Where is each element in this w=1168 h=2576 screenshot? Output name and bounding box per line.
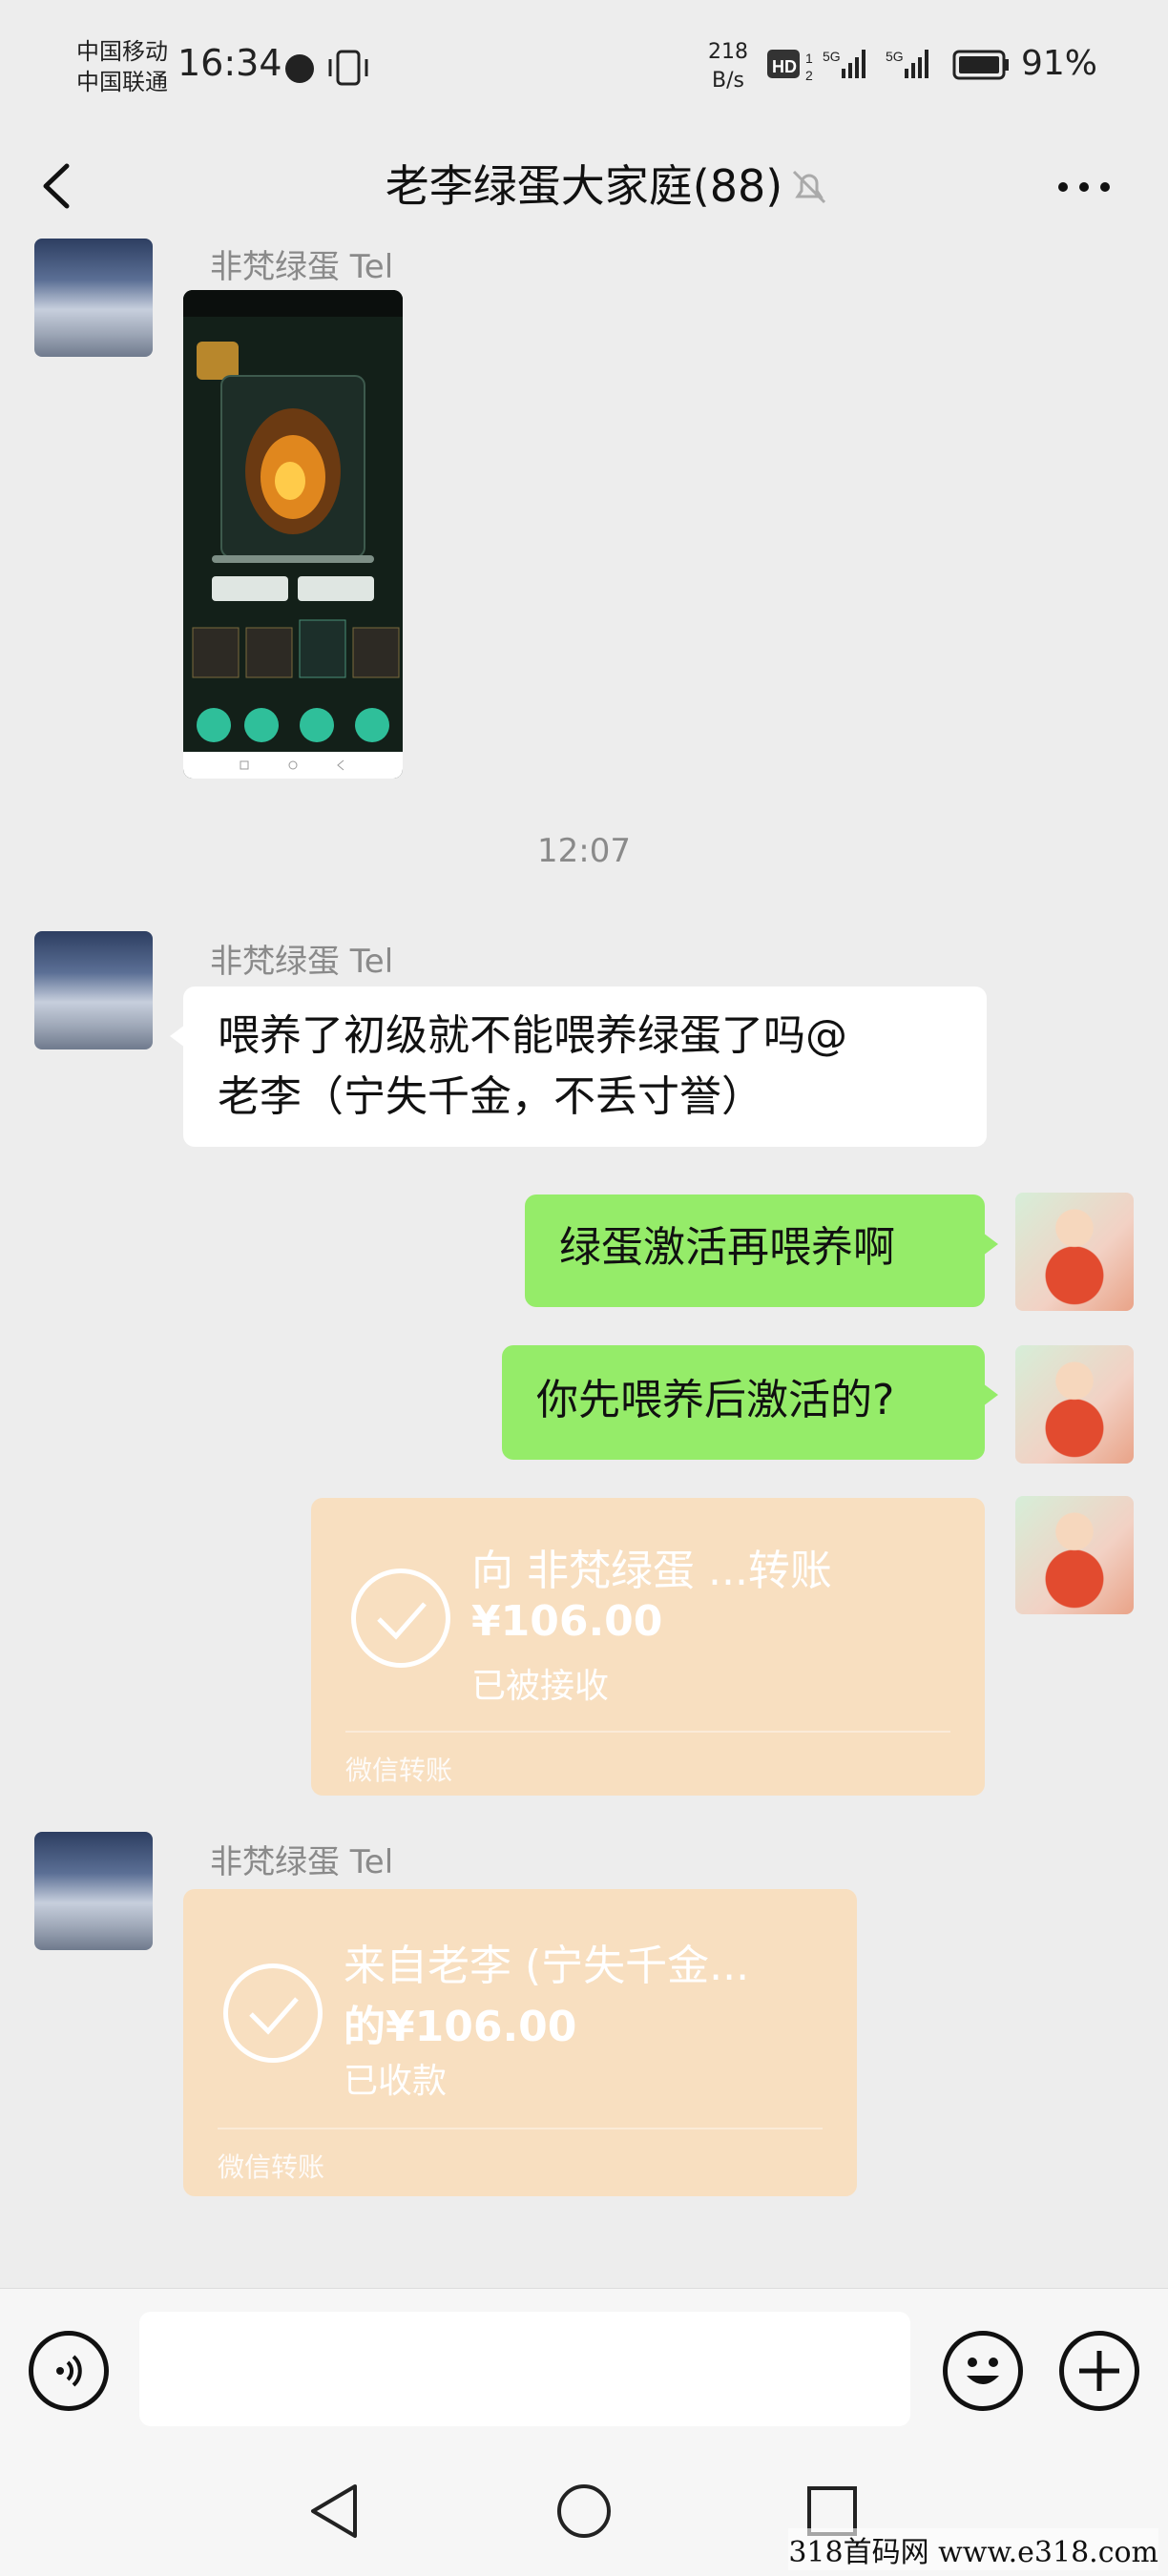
emoji-icon[interactable]	[943, 2331, 1023, 2411]
sender-name: 非梵绿蛋 Tel	[210, 248, 394, 286]
plus-icon[interactable]	[1059, 2331, 1139, 2411]
status-time: 16:34	[177, 42, 282, 84]
message-line: 老李（宁失千金，不丢寸誉）	[218, 1072, 763, 1121]
chat-header: 老李绿蛋大家庭(88)	[0, 134, 1168, 239]
input-bar	[0, 2288, 1168, 2454]
avatar-sender[interactable]	[34, 1832, 153, 1950]
message-text: 你先喂养后激活的?	[536, 1376, 895, 1424]
svg-text:1: 1	[805, 51, 813, 66]
transfer-amount: 的¥106.00	[344, 2003, 577, 2051]
check-circle-icon	[351, 1568, 450, 1668]
net-speed-unit: B/s	[712, 69, 744, 93]
transfer-footer: 微信转账	[218, 2151, 325, 2183]
transfer-status: 已被接收	[471, 1667, 610, 1706]
sender-name: 非梵绿蛋 Tel	[210, 1843, 394, 1881]
message-line: 喂养了初级就不能喂养绿蛋了吗@	[218, 1011, 847, 1060]
nav-home-icon[interactable]	[555, 2483, 613, 2540]
avatar-sender[interactable]	[34, 931, 153, 1049]
battery-percent: 91%	[1021, 44, 1098, 83]
status-bar: 中国移动 中国联通 16:34 218 B/s HD 1 2 5G 5G 91%	[0, 0, 1168, 134]
divider	[345, 1731, 950, 1733]
avatar-self[interactable]	[1015, 1345, 1134, 1464]
net-speed-value: 218	[708, 40, 748, 64]
message-text: 绿蛋激活再喂养啊	[559, 1223, 895, 1272]
svg-text:HD: HD	[772, 57, 797, 76]
net-speed: 218 B/s	[708, 38, 748, 95]
more-icon[interactable]	[1055, 177, 1113, 197]
transfer-card-sent[interactable]: 向 非梵绿蛋 ...转账 ¥106.00 已被接收 微信转账	[311, 1498, 985, 1796]
transfer-amount: ¥106.00	[471, 1597, 663, 1646]
divider	[218, 2128, 823, 2129]
outgoing-text-bubble[interactable]: 绿蛋激活再喂养啊	[525, 1195, 998, 1307]
incoming-text-bubble[interactable]: 喂养了初级就不能喂养绿蛋了吗@ 老李（宁失千金，不丢寸誉）	[170, 987, 987, 1147]
avatar-self[interactable]	[1015, 1193, 1134, 1311]
voice-icon[interactable]	[29, 2331, 109, 2411]
check-circle-icon	[223, 1963, 323, 2063]
transfer-desc: 向 非梵绿蛋 ...转账	[471, 1547, 832, 1595]
outgoing-text-bubble[interactable]: 你先喂养后激活的?	[502, 1345, 998, 1460]
transfer-status: 已收款	[344, 2062, 448, 2101]
signal-icons: HD 1 2 5G 5G	[767, 49, 1009, 83]
carrier-names: 中国移动 中国联通	[76, 36, 168, 97]
game-screenshot	[183, 290, 403, 779]
message-input[interactable]	[139, 2312, 910, 2426]
transfer-footer: 微信转账	[345, 1755, 453, 1786]
avatar-self[interactable]	[1015, 1496, 1134, 1614]
transfer-card-received[interactable]: 来自老李 (宁失千金... 的¥106.00 已收款 微信转账	[183, 1889, 857, 2196]
carrier-2: 中国联通	[76, 69, 168, 95]
chat-title: 老李绿蛋大家庭(88)	[385, 160, 783, 212]
alarm-vibrate-icons	[285, 50, 368, 86]
svg-text:5G: 5G	[823, 49, 841, 64]
image-message[interactable]	[183, 290, 403, 779]
transfer-desc: 来自老李 (宁失千金...	[344, 1942, 750, 1990]
svg-text:2: 2	[805, 68, 813, 83]
svg-text:5G: 5G	[886, 49, 904, 64]
watermark: 318首码网 www.e318.com	[788, 2528, 1158, 2570]
mute-bell-icon	[792, 170, 826, 204]
nav-back-icon[interactable]	[307, 2483, 361, 2540]
timestamp: 12:07	[537, 832, 631, 870]
sender-name: 非梵绿蛋 Tel	[210, 943, 394, 981]
avatar-sender[interactable]	[34, 239, 153, 357]
carrier-1: 中国移动	[76, 38, 168, 65]
